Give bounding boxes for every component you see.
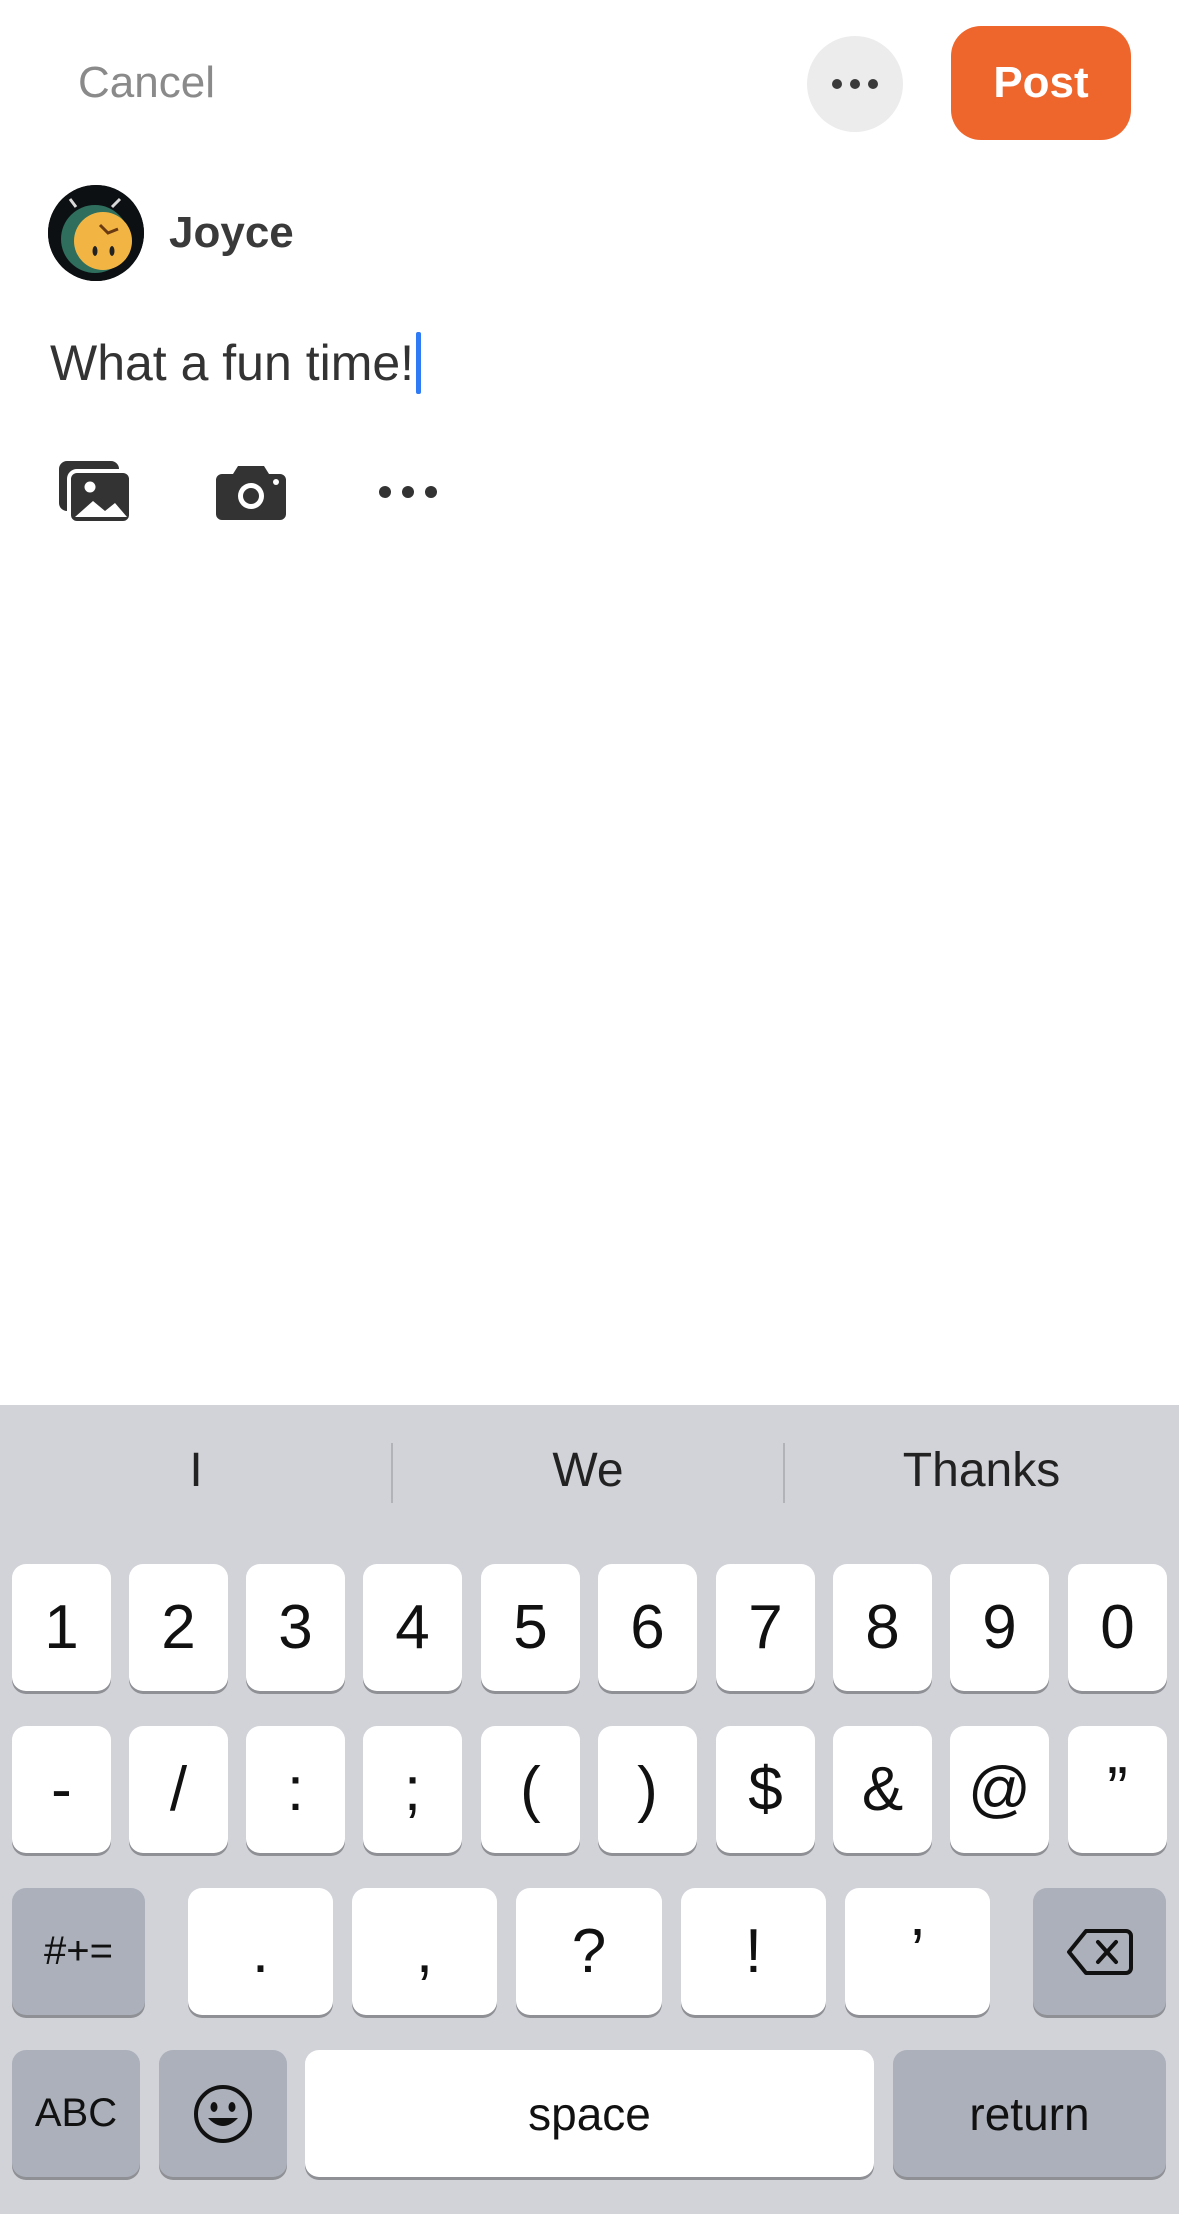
key-colon[interactable]: :: [246, 1726, 345, 1853]
post-text: What a fun time!: [50, 335, 415, 391]
photo-gallery-icon: [59, 461, 133, 525]
emoji-key[interactable]: [159, 2050, 287, 2177]
key-open-paren[interactable]: (: [481, 1726, 580, 1853]
more-options-button[interactable]: [807, 36, 903, 132]
key-question[interactable]: ?: [516, 1888, 662, 2015]
text-caret: [416, 332, 422, 394]
key-0[interactable]: 0: [1068, 1564, 1167, 1691]
key-semicolon[interactable]: ;: [363, 1726, 462, 1853]
suggestion-1[interactable]: I: [0, 1405, 392, 1535]
key-5[interactable]: 5: [481, 1564, 580, 1691]
author-name: Joyce: [169, 208, 294, 257]
more-attachments-button[interactable]: [368, 452, 448, 532]
key-ampersand[interactable]: &: [833, 1726, 932, 1853]
ellipsis-icon: [379, 486, 437, 498]
key-6[interactable]: 6: [598, 1564, 697, 1691]
key-dollar[interactable]: $: [716, 1726, 815, 1853]
post-text-input[interactable]: What a fun time!: [50, 332, 422, 394]
key-at[interactable]: @: [950, 1726, 1049, 1853]
key-hyphen[interactable]: -: [12, 1726, 111, 1853]
delete-key[interactable]: [1033, 1888, 1166, 2015]
keyboard: I We Thanks 1 2 3 4 5 6 7 8 9 0 - / : ; …: [0, 1405, 1179, 2214]
post-button[interactable]: Post: [951, 26, 1131, 140]
key-apostrophe[interactable]: ’: [845, 1888, 990, 2015]
key-3[interactable]: 3: [246, 1564, 345, 1691]
key-period[interactable]: .: [188, 1888, 333, 2015]
ellipsis-icon: [832, 79, 878, 89]
key-exclamation[interactable]: !: [681, 1888, 826, 2015]
return-key[interactable]: return: [893, 2050, 1166, 2177]
camera-icon: [216, 466, 286, 520]
key-9[interactable]: 9: [950, 1564, 1049, 1691]
avatar[interactable]: [48, 185, 144, 281]
key-7[interactable]: 7: [716, 1564, 815, 1691]
key-quote[interactable]: ”: [1068, 1726, 1167, 1853]
key-4[interactable]: 4: [363, 1564, 462, 1691]
suggestion-3[interactable]: Thanks: [784, 1405, 1179, 1535]
key-1[interactable]: 1: [12, 1564, 111, 1691]
key-close-paren[interactable]: ): [598, 1726, 697, 1853]
backspace-icon: [1066, 1928, 1133, 1975]
abc-key[interactable]: ABC: [12, 2050, 140, 2177]
alarm-clock-avatar-icon: [48, 185, 144, 281]
photo-gallery-button[interactable]: [55, 452, 135, 532]
suggestion-2[interactable]: We: [392, 1405, 784, 1535]
emoji-icon: [194, 2084, 252, 2143]
symbols-shift-key[interactable]: #+=: [12, 1888, 145, 2015]
camera-button[interactable]: [211, 452, 291, 532]
key-comma[interactable]: ,: [352, 1888, 497, 2015]
key-8[interactable]: 8: [833, 1564, 932, 1691]
key-slash[interactable]: /: [129, 1726, 228, 1853]
cancel-button[interactable]: Cancel: [78, 58, 215, 108]
space-key[interactable]: space: [305, 2050, 874, 2177]
key-2[interactable]: 2: [129, 1564, 228, 1691]
